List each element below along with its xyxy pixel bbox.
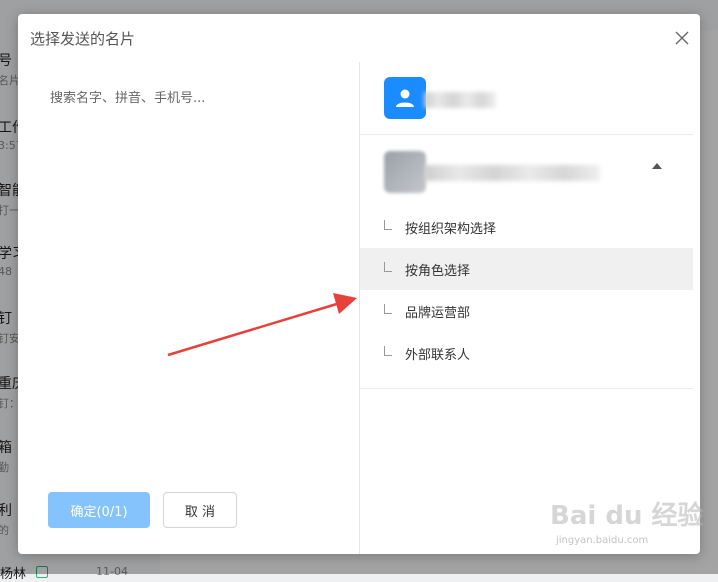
confirm-button[interactable]: 确定(0/1) bbox=[48, 492, 150, 528]
tree-branch-icon bbox=[384, 346, 392, 356]
select-card-dialog: 选择发送的名片 确定(0/1) 取 消 按组织架构选择 bbox=[18, 14, 700, 554]
tree-branch-icon bbox=[384, 304, 392, 314]
search-pane: 确定(0/1) 取 消 bbox=[18, 62, 359, 554]
tree-item-label: 外部联系人 bbox=[405, 348, 471, 363]
tree-item-label: 按角色选择 bbox=[405, 264, 471, 279]
tree-item-label: 品牌运营部 bbox=[405, 306, 471, 321]
avatar bbox=[384, 77, 426, 119]
tree-item-label: 按组织架构选择 bbox=[405, 222, 497, 237]
avatar bbox=[384, 151, 426, 193]
tree-item-external-contacts[interactable]: 外部联系人 bbox=[360, 332, 693, 374]
dialog-title: 选择发送的名片 bbox=[30, 30, 136, 48]
close-icon[interactable] bbox=[674, 30, 690, 46]
contact-tree-pane: 按组织架构选择 按角色选择 品牌运营部 外部联系人 bbox=[359, 62, 701, 554]
tree-branch-icon bbox=[384, 220, 392, 230]
self-contact-row[interactable] bbox=[360, 62, 693, 135]
tree-branch-icon bbox=[384, 262, 392, 272]
tree-item-org-structure[interactable]: 按组织架构选择 bbox=[360, 206, 693, 248]
blurred-name bbox=[424, 92, 496, 108]
organization-row[interactable] bbox=[360, 135, 693, 207]
divider bbox=[360, 388, 693, 389]
blurred-org-name bbox=[424, 165, 600, 181]
watermark-logo: Bai du 经验 bbox=[550, 501, 704, 531]
tree-item-brand-ops[interactable]: 品牌运营部 bbox=[360, 290, 693, 332]
search-input[interactable] bbox=[48, 86, 342, 110]
user-icon bbox=[396, 89, 414, 107]
tree-item-by-role[interactable]: 按角色选择 bbox=[360, 248, 693, 290]
caret-up-icon[interactable] bbox=[652, 163, 662, 169]
cancel-button[interactable]: 取 消 bbox=[163, 492, 237, 528]
watermark-url: jingyan.baidu.com bbox=[556, 535, 649, 546]
